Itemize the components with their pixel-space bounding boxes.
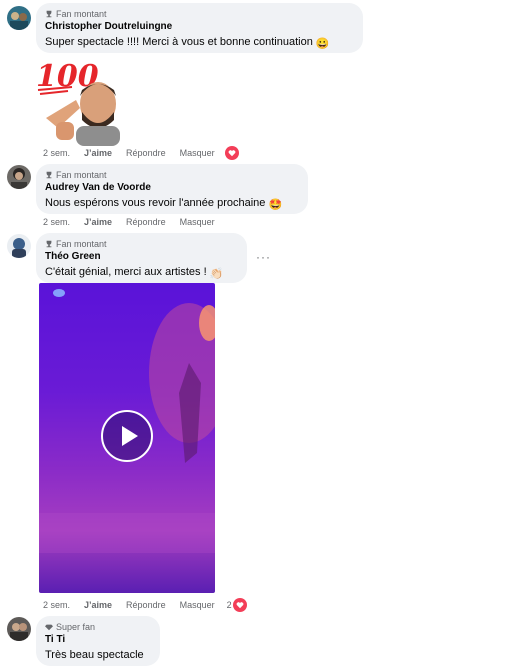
badge-label: Fan montant (56, 238, 107, 249)
author-name[interactable]: Théo Green (45, 251, 238, 263)
badge-label: Fan montant (56, 169, 107, 180)
comment-actions: 2 sem. J’aime Répondre Masquer (43, 146, 253, 160)
fan-badge: Fan montant (45, 8, 354, 19)
star-struck-emoji: 🤩 (268, 199, 283, 211)
avatar[interactable] (7, 165, 31, 189)
comment-actions: 2 sem. J’aime Répondre Masquer 2 (43, 598, 261, 612)
comment-text: Nous espérons vous revoir l'année procha… (45, 197, 283, 211)
timestamp[interactable]: 2 sem. (43, 148, 70, 158)
comment-bubble: Super fan Ti Ti Très beau spectacle (36, 616, 160, 666)
trophy-icon (46, 171, 52, 178)
hide-button[interactable]: Masquer (180, 217, 215, 227)
reply-button[interactable]: Répondre (126, 148, 166, 158)
comment-text: Très beau spectacle (45, 649, 144, 661)
avatar[interactable] (7, 6, 31, 30)
heart-icon[interactable] (232, 598, 247, 612)
timestamp[interactable]: 2 sem. (43, 600, 70, 610)
author-name[interactable]: Audrey Van de Voorde (45, 182, 299, 194)
author-name[interactable]: Ti Ti (45, 634, 151, 646)
author-name[interactable]: Christopher Doutreluingne (45, 21, 354, 33)
heart-icon[interactable] (224, 146, 239, 160)
hide-button[interactable]: Masquer (180, 600, 215, 610)
timestamp[interactable]: 2 sem. (43, 217, 70, 227)
avatar[interactable] (7, 617, 31, 641)
more-options-icon[interactable]: ··· (256, 250, 271, 264)
comment-actions: 2 sem. J’aime Répondre Masquer (43, 215, 229, 229)
reply-button[interactable]: Répondre (126, 600, 166, 610)
badge-label: Super fan (56, 621, 96, 632)
trophy-icon (46, 10, 52, 17)
play-button[interactable] (101, 410, 153, 462)
trophy-icon (46, 240, 52, 247)
comment-bubble: Fan montant Théo Green C'était génial, m… (36, 233, 247, 283)
clapping-emoji: 👏🏻 (209, 268, 224, 280)
grinning-emoji: 😀 (315, 38, 330, 50)
video-thumbnail[interactable] (39, 283, 215, 593)
like-button[interactable]: J’aime (84, 217, 112, 227)
diamond-icon (45, 624, 53, 630)
fan-badge: Super fan (45, 621, 151, 632)
comment-bubble: Fan montant Audrey Van de Voorde Nous es… (36, 164, 308, 214)
comment-text: Super spectacle !!!! Merci à vous et bon… (45, 36, 330, 50)
comment-bubble: Fan montant Christopher Doutreluingne Su… (36, 3, 363, 53)
comment-text: C'était génial, merci aux artistes ! 👏🏻 (45, 266, 224, 280)
avatar[interactable] (7, 234, 31, 258)
sticker-image[interactable]: 100 (36, 56, 126, 146)
reply-button[interactable]: Répondre (126, 217, 166, 227)
like-button[interactable]: J’aime (84, 148, 112, 158)
hide-button[interactable]: Masquer (180, 148, 215, 158)
badge-label: Fan montant (56, 8, 107, 19)
like-button[interactable]: J’aime (84, 600, 112, 610)
reaction-count[interactable]: 2 (227, 600, 232, 610)
fan-badge: Fan montant (45, 169, 299, 180)
fan-badge: Fan montant (45, 238, 238, 249)
play-icon (122, 426, 138, 446)
